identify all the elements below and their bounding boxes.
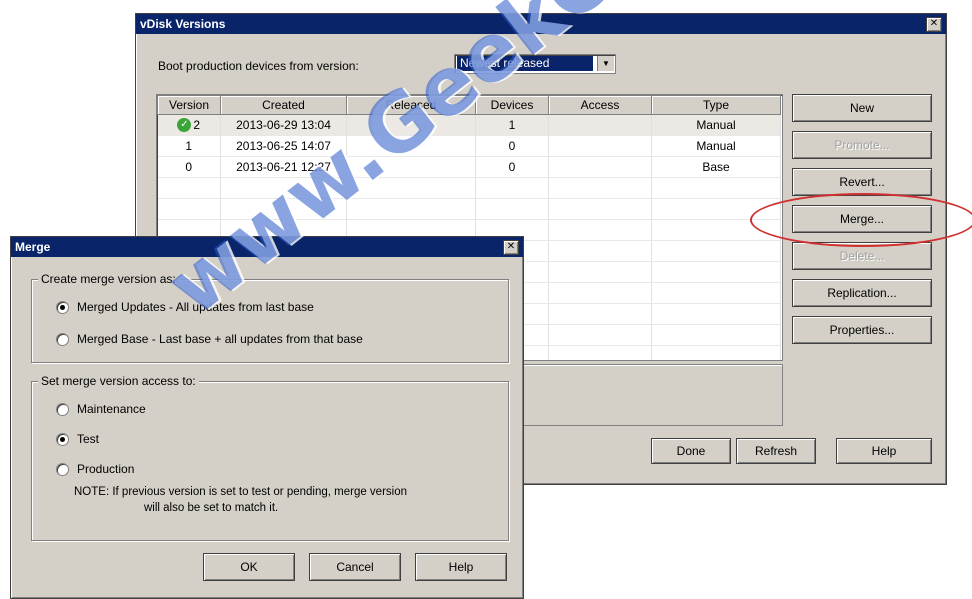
- merge-highlight-ellipse: [750, 193, 972, 247]
- help-button[interactable]: Help: [836, 438, 932, 464]
- access-cell: [548, 114, 652, 136]
- devices-cell: 0: [475, 156, 549, 178]
- close-icon[interactable]: ✕: [503, 240, 519, 255]
- merged-updates-label: Merged Updates - All updates from last b…: [77, 300, 314, 314]
- released-cell: [346, 135, 476, 157]
- promote-button[interactable]: Promote...: [792, 131, 932, 159]
- boot-version-select[interactable]: Newest released ▼: [454, 54, 616, 74]
- access-group: Set merge version access to: Maintenance…: [31, 374, 509, 541]
- help-button[interactable]: Help: [415, 553, 507, 581]
- created-cell: 2013-06-25 14:07: [220, 135, 347, 157]
- ok-button[interactable]: OK: [203, 553, 295, 581]
- empty-row: [157, 198, 781, 220]
- released-cell: [346, 156, 476, 178]
- type-cell: Manual: [651, 114, 781, 136]
- radio-selected-icon[interactable]: [56, 300, 69, 314]
- type-cell: Manual: [651, 135, 781, 157]
- maintenance-option[interactable]: Maintenance: [56, 402, 146, 416]
- col-type[interactable]: Type: [651, 95, 781, 115]
- col-access[interactable]: Access: [548, 95, 652, 115]
- vdisk-titlebar: vDisk Versions ✕: [136, 14, 946, 34]
- col-version[interactable]: Version: [157, 95, 221, 115]
- new-button[interactable]: New: [792, 94, 932, 122]
- access-cell: [548, 156, 652, 178]
- version-cell: 1: [157, 135, 221, 157]
- test-option[interactable]: Test: [56, 432, 99, 446]
- devices-cell: 1: [475, 114, 549, 136]
- check-icon: ✓: [177, 118, 192, 133]
- cancel-button[interactable]: Cancel: [309, 553, 401, 581]
- created-cell: 2013-06-21 12:27: [220, 156, 347, 178]
- access-legend: Set merge version access to:: [38, 374, 199, 388]
- released-cell: [346, 114, 476, 136]
- boot-version-label: Boot production devices from version:: [158, 59, 359, 73]
- radio-icon[interactable]: [56, 332, 69, 346]
- vdisk-title: vDisk Versions: [140, 17, 226, 31]
- version-cell: 0: [157, 156, 221, 178]
- col-devices[interactable]: Devices: [475, 95, 549, 115]
- access-cell: [548, 135, 652, 157]
- version-cell: ✓ 2: [157, 114, 221, 136]
- boot-version-value: Newest released: [457, 56, 593, 71]
- close-icon[interactable]: ✕: [926, 17, 942, 32]
- devices-cell: 0: [475, 135, 549, 157]
- revert-button[interactable]: Revert...: [792, 168, 932, 196]
- radio-icon[interactable]: [56, 462, 69, 476]
- type-cell: Base: [651, 156, 781, 178]
- production-option[interactable]: Production: [56, 462, 134, 476]
- note-text-2: will also be set to match it.: [144, 502, 279, 514]
- merged-base-option[interactable]: Merged Base - Last base + all updates fr…: [56, 332, 363, 346]
- note-text-1: NOTE: If previous version is set to test…: [74, 486, 408, 498]
- merge-title: Merge: [15, 240, 51, 254]
- done-button[interactable]: Done: [651, 438, 731, 464]
- replication-button[interactable]: Replication...: [792, 279, 932, 307]
- created-cell: 2013-06-29 13:04: [220, 114, 347, 136]
- test-label: Test: [77, 432, 100, 446]
- radio-icon[interactable]: [56, 402, 69, 416]
- table-row[interactable]: 1 2013-06-25 14:07 0 Manual: [157, 135, 781, 157]
- merged-base-label: Merged Base - Last base + all updates fr…: [77, 332, 363, 346]
- radio-selected-icon[interactable]: [56, 432, 69, 446]
- table-row[interactable]: 0 2013-06-21 12:27 0 Base: [157, 156, 781, 178]
- merge-type-group: Create merge version as: Merged Updates …: [31, 272, 509, 363]
- col-released[interactable]: Released: [346, 95, 476, 115]
- chevron-down-icon[interactable]: ▼: [597, 56, 614, 71]
- merge-dialog: Merge ✕ Create merge version as: Merged …: [10, 236, 524, 599]
- maintenance-label: Maintenance: [77, 402, 146, 416]
- merge-titlebar: Merge ✕: [11, 237, 523, 257]
- col-created[interactable]: Created: [220, 95, 347, 115]
- production-label: Production: [77, 462, 135, 476]
- properties-button[interactable]: Properties...: [792, 316, 932, 344]
- merge-type-legend: Create merge version as:: [38, 272, 179, 286]
- versions-header-row: Version Created Released Devices Access …: [157, 95, 781, 115]
- refresh-button[interactable]: Refresh: [736, 438, 816, 464]
- table-row[interactable]: ✓ 2 2013-06-29 13:04 1 Manual: [157, 114, 781, 136]
- merged-updates-option[interactable]: Merged Updates - All updates from last b…: [56, 300, 314, 314]
- empty-row: [157, 177, 781, 199]
